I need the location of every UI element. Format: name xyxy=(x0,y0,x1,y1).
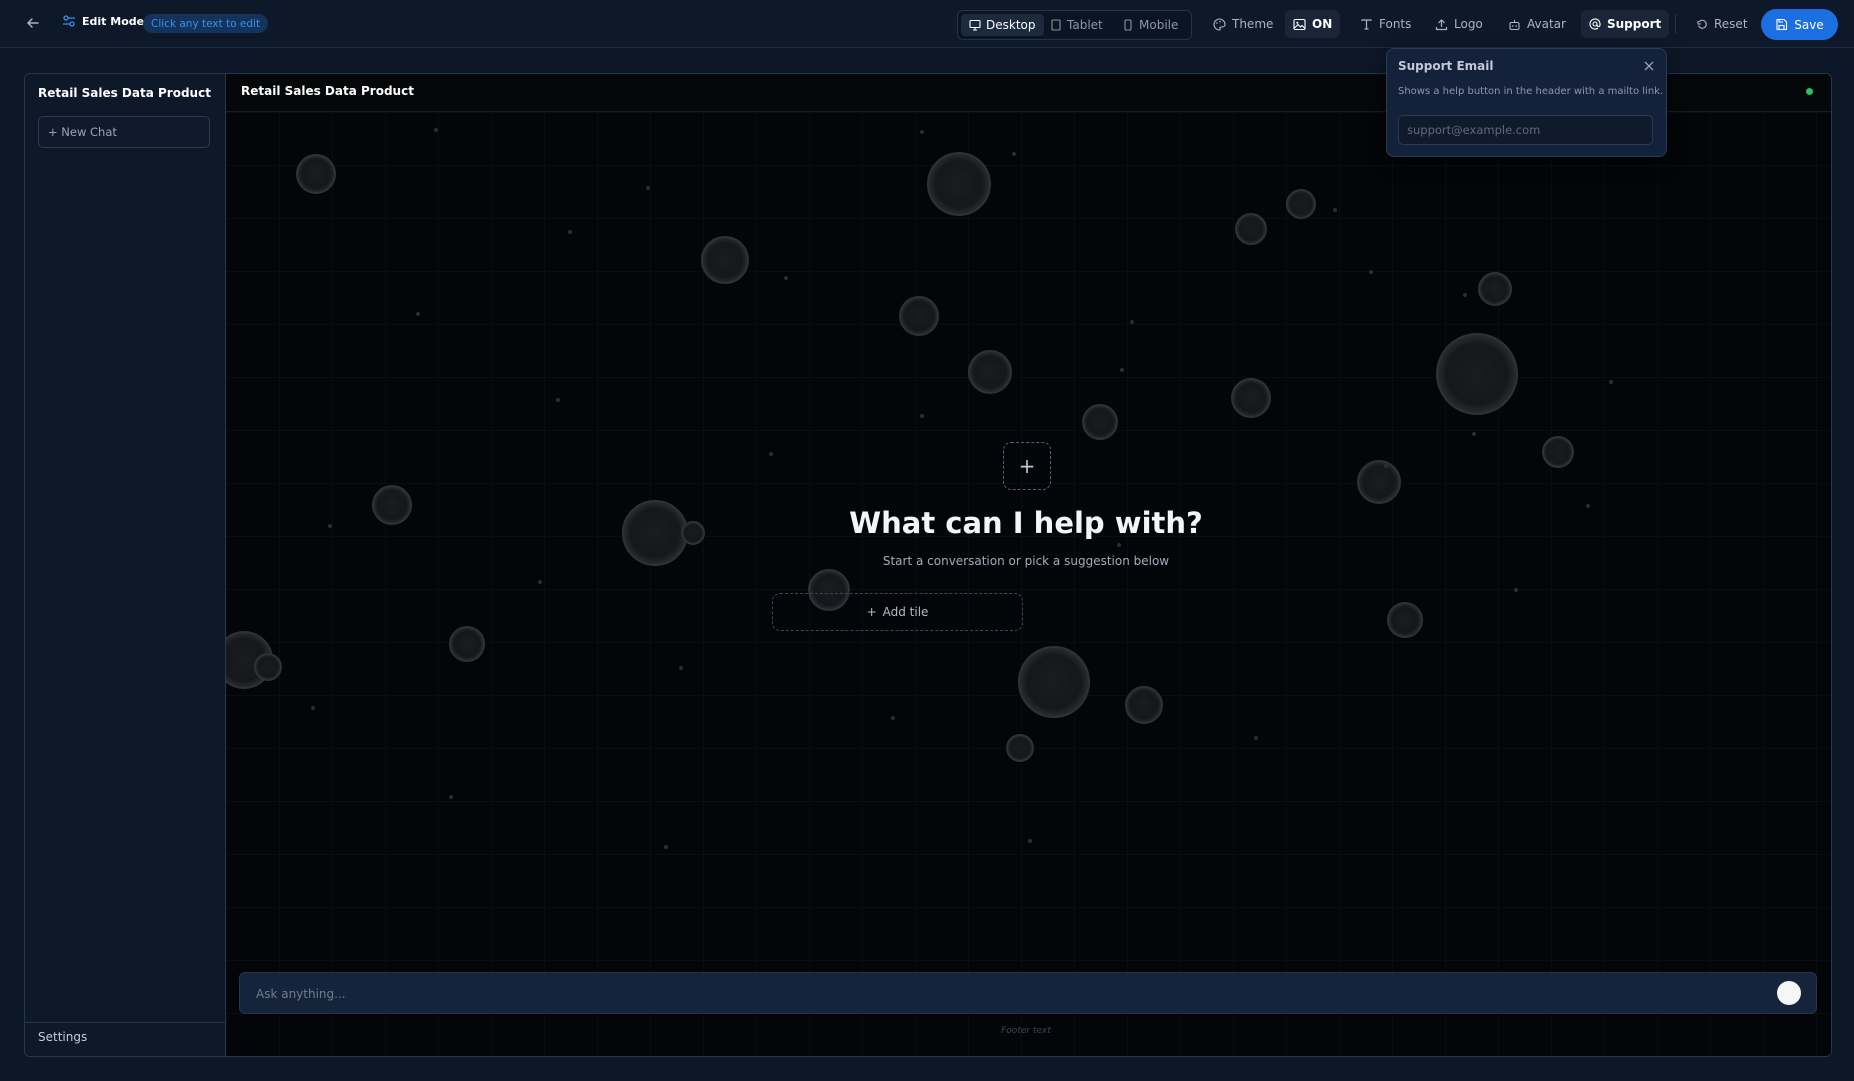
image-icon xyxy=(1293,18,1306,30)
popover-title: Support Email xyxy=(1398,59,1494,73)
support-button[interactable]: Support xyxy=(1581,10,1670,38)
popover-description: Shows a help button in the header with a… xyxy=(1398,86,1664,97)
hero-title[interactable]: What can I help with? xyxy=(826,506,1226,540)
save-icon xyxy=(1776,18,1788,31)
smartphone-icon xyxy=(1124,19,1132,31)
back-button[interactable] xyxy=(22,12,44,34)
preview-frame: Retail Sales Data Product + New Chat Set… xyxy=(24,73,1832,1057)
plus-icon: + xyxy=(866,605,877,619)
status-online-indicator xyxy=(1806,88,1813,95)
close-button[interactable] xyxy=(1641,58,1657,74)
chat-header-title[interactable]: Retail Sales Data Product xyxy=(241,84,414,98)
device-mobile-button[interactable]: Mobile xyxy=(1114,14,1186,36)
arrow-left-icon xyxy=(26,18,39,28)
toolbar-divider xyxy=(1675,14,1676,34)
logo-button[interactable]: Logo xyxy=(1427,10,1491,38)
chat-input-bar xyxy=(239,972,1817,1014)
tablet-icon xyxy=(1051,19,1061,31)
close-icon xyxy=(1644,61,1654,71)
device-desktop-button[interactable]: Desktop xyxy=(961,14,1044,36)
chat-input[interactable] xyxy=(254,983,1558,1005)
top-toolbar: Edit Mode Click any text to edit Desktop… xyxy=(0,0,1854,48)
device-tablet-button[interactable]: Tablet xyxy=(1042,14,1111,36)
settings-link[interactable]: Settings xyxy=(38,1030,87,1044)
edit-mode-indicator: Edit Mode xyxy=(62,14,144,28)
footer-text[interactable]: Footer text xyxy=(976,1026,1076,1036)
reset-button[interactable]: Reset xyxy=(1688,10,1756,38)
palette-icon xyxy=(1213,17,1226,31)
upload-icon xyxy=(1435,18,1448,30)
support-email-input[interactable] xyxy=(1398,115,1653,145)
new-chat-button[interactable]: + New Chat xyxy=(38,116,210,148)
sidebar-title[interactable]: Retail Sales Data Product xyxy=(38,86,211,100)
edit-mode-label: Edit Mode xyxy=(82,14,145,28)
support-email-popover: Support Email Shows a help button in the… xyxy=(1386,48,1667,157)
chat-sidebar: Retail Sales Data Product + New Chat Set… xyxy=(25,74,226,1056)
at-sign-icon xyxy=(1589,18,1601,30)
plus-icon: + xyxy=(1018,454,1036,478)
background-toggle-button[interactable]: ON xyxy=(1285,10,1341,38)
rotate-ccw-icon xyxy=(1697,19,1707,29)
hero-subtitle[interactable]: Start a conversation or pick a suggestio… xyxy=(826,554,1226,568)
monitor-icon xyxy=(969,19,981,31)
bot-icon xyxy=(1509,19,1520,30)
add-tile-button[interactable]: + Add tile xyxy=(772,593,1023,631)
sliders-icon xyxy=(63,15,75,27)
add-logo-placeholder[interactable]: + xyxy=(1003,442,1051,490)
device-switcher: Desktop Tablet Mobile xyxy=(957,10,1192,40)
decorative-background xyxy=(226,112,1831,1056)
type-icon xyxy=(1361,18,1372,30)
avatar-button[interactable]: Avatar xyxy=(1500,10,1574,38)
fonts-button[interactable]: Fonts xyxy=(1352,10,1419,38)
chat-main: Retail Sales Data Product + What can I h… xyxy=(226,74,1831,1056)
theme-button[interactable]: Theme xyxy=(1205,10,1281,38)
save-button[interactable]: Save xyxy=(1761,9,1838,40)
send-button[interactable] xyxy=(1777,981,1801,1005)
add-tile-label: Add tile xyxy=(882,605,929,619)
edit-hint-badge: Click any text to edit xyxy=(143,14,269,33)
